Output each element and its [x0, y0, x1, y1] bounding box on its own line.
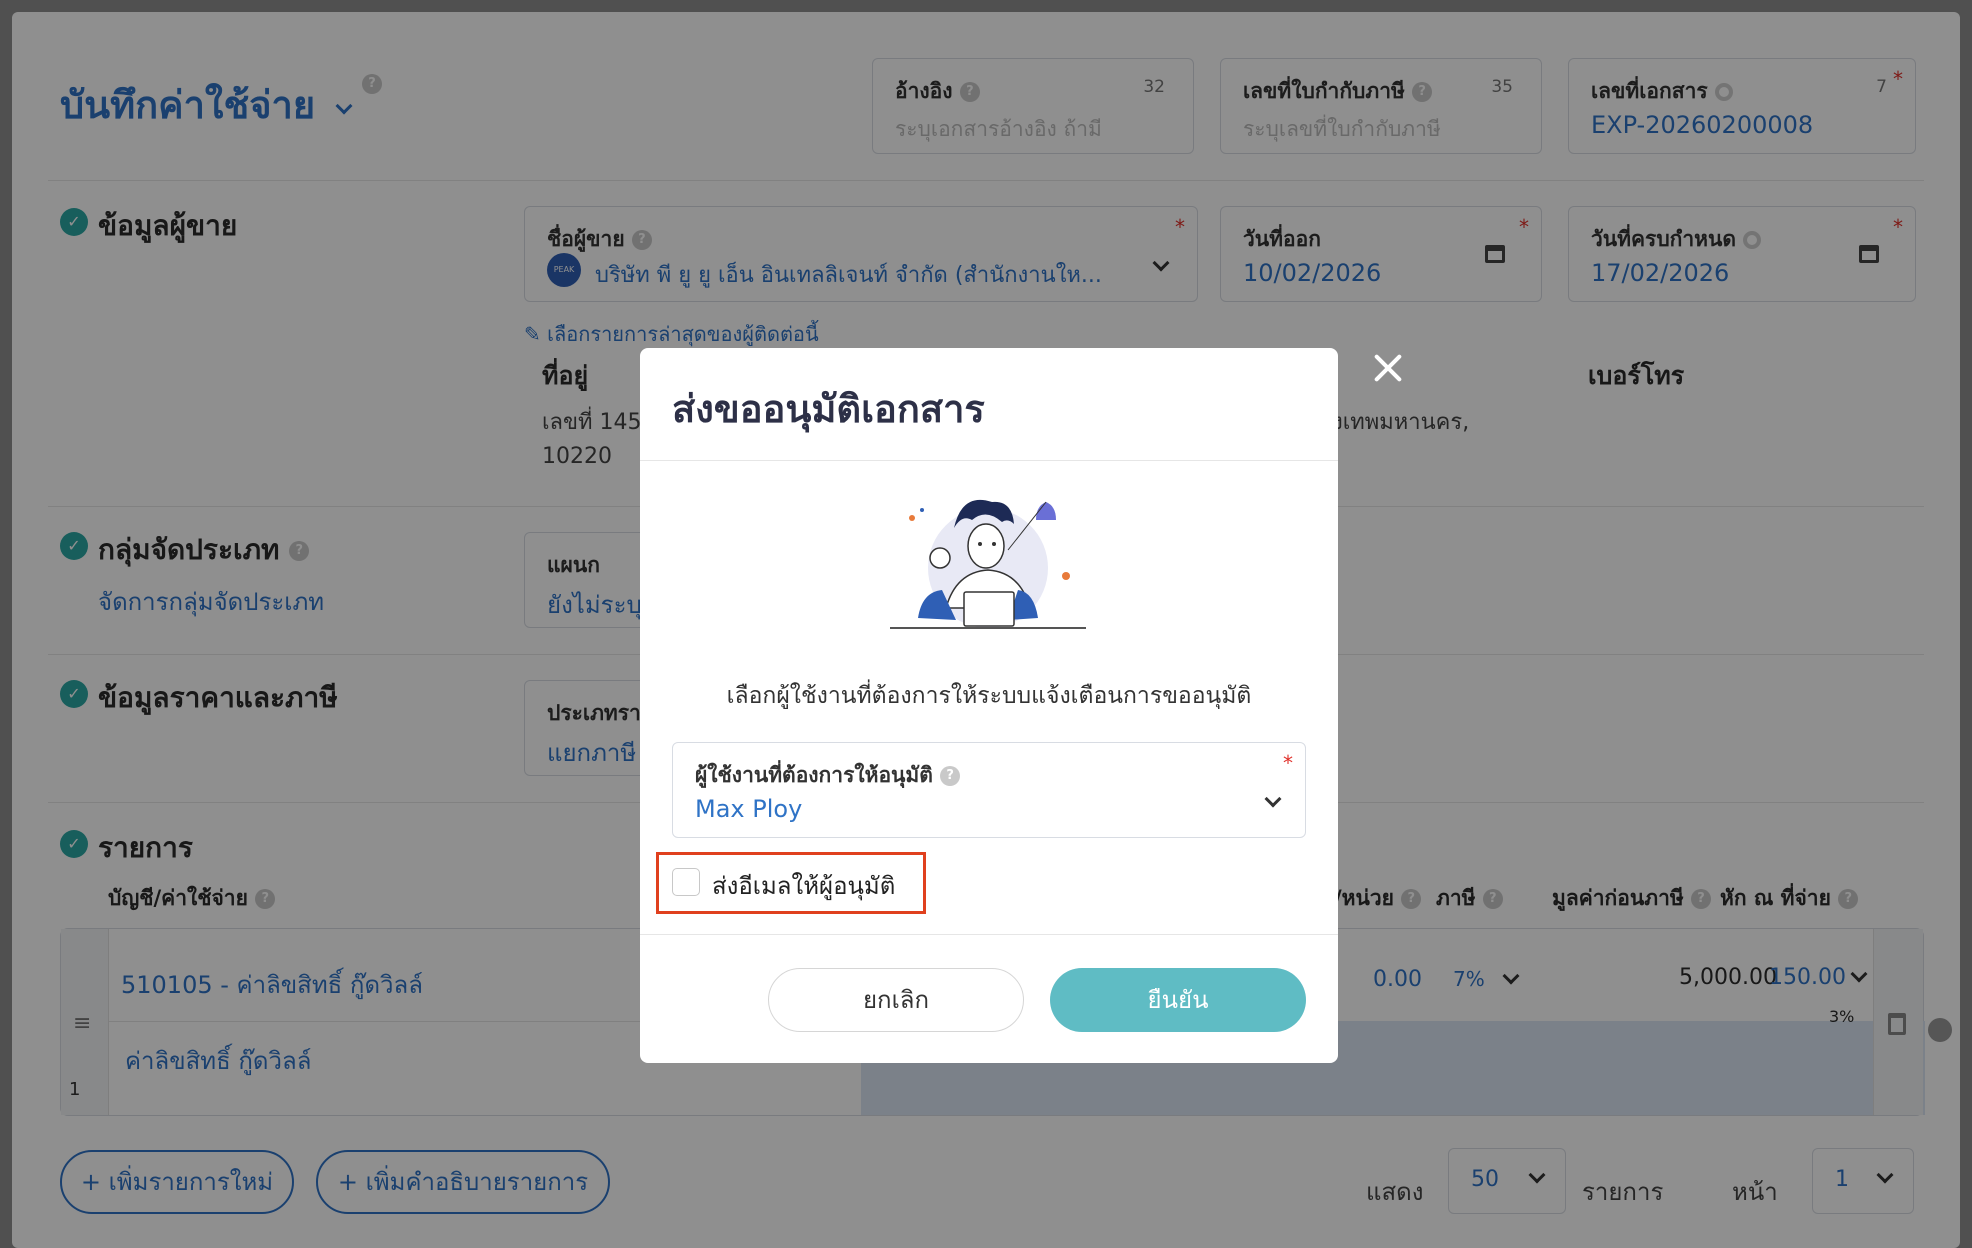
- approval-prompt: เลือกผู้ใช้งานที่ต้องการให้ระบบแจ้งเตือน…: [726, 683, 1252, 709]
- chevron-down-icon: [1264, 790, 1282, 808]
- required-mark: *: [1283, 751, 1293, 775]
- send-email-checkbox[interactable]: [672, 868, 700, 896]
- confirm-button[interactable]: ยืนยัน: [1050, 968, 1306, 1032]
- divider: [640, 460, 1338, 461]
- close-icon[interactable]: [1372, 352, 1402, 382]
- approver-select[interactable]: ผู้ใช้งานที่ต้องการให้อนุมัติ ? * Max Pl…: [672, 742, 1306, 838]
- send-email-label: ส่งอีเมลให้ผู้อนุมัติ: [712, 872, 896, 900]
- modal-title: ส่งขออนุมัติเอกสาร: [672, 387, 985, 431]
- approval-request-modal: ส่งขออนุมัติเอกสาร เลือกผู้ใช้งานที่ต้อง…: [640, 348, 1338, 1063]
- approver-value: Max Ploy: [695, 795, 803, 823]
- cancel-button[interactable]: ยกเลิก: [768, 968, 1024, 1032]
- approver-label: ผู้ใช้งานที่ต้องการให้อนุมัติ ?: [695, 759, 961, 792]
- approval-illustration: [890, 499, 1086, 629]
- divider: [640, 934, 1338, 935]
- help-icon: ?: [940, 766, 961, 786]
